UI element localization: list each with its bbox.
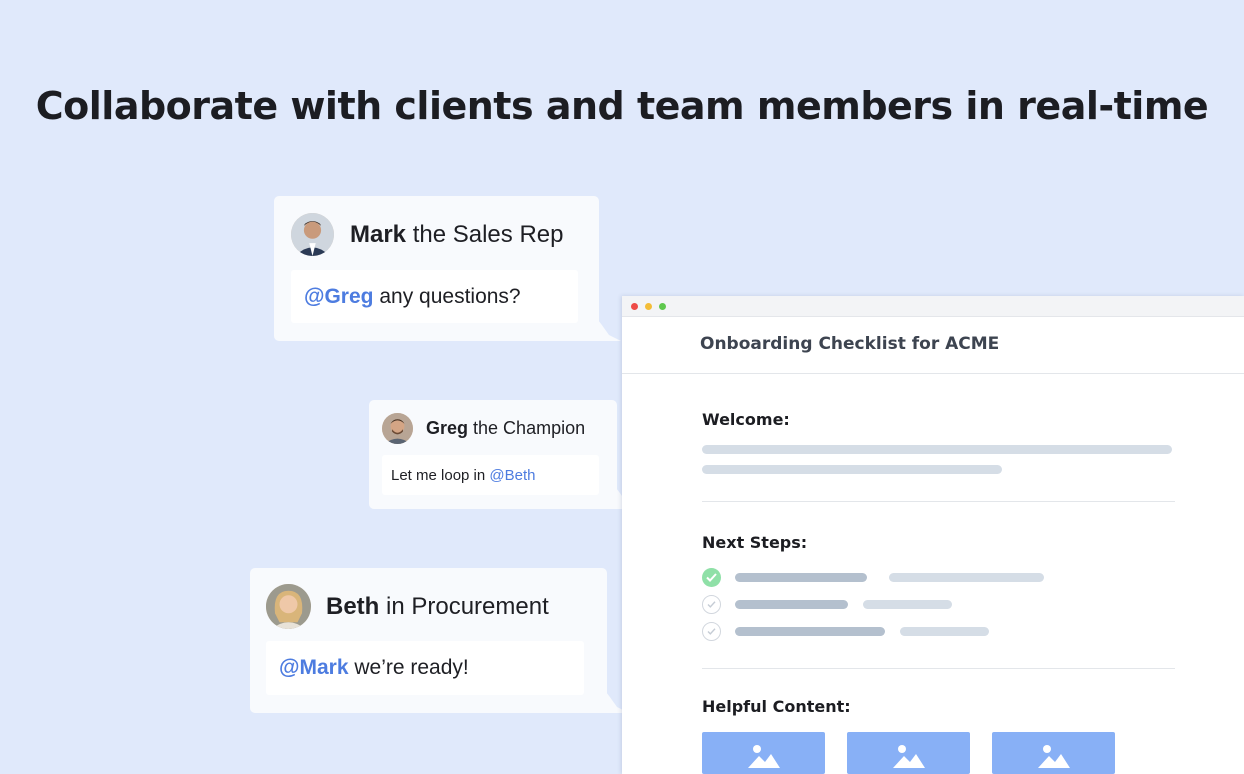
content-thumbnail[interactable] bbox=[847, 732, 970, 774]
chat-header: Beth in Procurement bbox=[266, 584, 549, 629]
divider bbox=[702, 501, 1175, 502]
chat-bubble-beth: Beth in Procurement @Mark we’re ready! bbox=[250, 568, 629, 713]
avatar-mark bbox=[291, 213, 334, 256]
checkbox-done-icon[interactable] bbox=[702, 568, 721, 587]
text-placeholder-line bbox=[702, 445, 1172, 454]
task-placeholder-line bbox=[735, 573, 867, 582]
window-titlebar bbox=[622, 296, 1244, 317]
minimize-dot-icon[interactable] bbox=[645, 303, 652, 310]
chat-author: Greg the Champion bbox=[426, 418, 585, 439]
divider bbox=[702, 668, 1175, 669]
content-thumbnail[interactable] bbox=[992, 732, 1115, 774]
chat-message: Let me loop in @Beth bbox=[382, 455, 599, 495]
author-name: Beth bbox=[326, 592, 380, 620]
image-icon bbox=[748, 745, 780, 768]
author-role: in Procurement bbox=[386, 592, 549, 620]
chat-bubble-greg: Greg the Champion Let me loop in @Beth bbox=[369, 400, 639, 509]
mention-link[interactable]: @Beth bbox=[489, 467, 535, 484]
image-icon bbox=[1038, 745, 1070, 768]
task-placeholder-line bbox=[735, 600, 848, 609]
content-thumbnail[interactable] bbox=[702, 732, 825, 774]
maximize-dot-icon[interactable] bbox=[659, 303, 666, 310]
chat-author: Beth in Procurement bbox=[326, 593, 549, 621]
divider bbox=[622, 373, 1244, 374]
checkbox-icon[interactable] bbox=[702, 622, 721, 641]
image-icon bbox=[893, 745, 925, 768]
message-text: any questions? bbox=[373, 284, 521, 308]
section-title-next-steps: Next Steps: bbox=[702, 533, 808, 552]
author-name: Mark bbox=[350, 220, 407, 248]
message-text: we’re ready! bbox=[348, 656, 469, 679]
task-placeholder-line bbox=[900, 627, 989, 636]
task-placeholder-line bbox=[863, 600, 952, 609]
section-title-helpful-content: Helpful Content: bbox=[702, 697, 851, 716]
text-placeholder-line bbox=[702, 465, 1002, 474]
author-role: the Champion bbox=[473, 418, 586, 438]
author-name: Greg bbox=[426, 418, 469, 438]
checkbox-icon[interactable] bbox=[702, 595, 721, 614]
chat-author: Mark the Sales Rep bbox=[350, 221, 563, 249]
author-role: the Sales Rep bbox=[412, 220, 564, 248]
close-dot-icon[interactable] bbox=[631, 303, 638, 310]
page-headline: Collaborate with clients and team member… bbox=[35, 84, 1209, 128]
chat-bubble-mark: Mark the Sales Rep @Greg any questions? bbox=[274, 196, 621, 341]
chat-message: @Greg any questions? bbox=[291, 270, 578, 323]
chat-header: Mark the Sales Rep bbox=[291, 213, 563, 256]
avatar-greg bbox=[382, 413, 413, 444]
document-title: Onboarding Checklist for ACME bbox=[700, 334, 1000, 354]
checklist-window: Onboarding Checklist for ACME Welcome: N… bbox=[622, 296, 1244, 774]
mention-link[interactable]: @Mark bbox=[279, 656, 349, 680]
chat-message: @Mark we’re ready! bbox=[266, 641, 584, 695]
mention-link[interactable]: @Greg bbox=[304, 285, 374, 309]
task-placeholder-line bbox=[889, 573, 1044, 582]
chat-header: Greg the Champion bbox=[382, 413, 585, 444]
message-text: Let me loop in bbox=[391, 466, 490, 484]
task-placeholder-line bbox=[735, 627, 885, 636]
bubble-tail bbox=[591, 311, 621, 341]
section-title-welcome: Welcome: bbox=[702, 410, 790, 429]
avatar-beth bbox=[266, 584, 311, 629]
